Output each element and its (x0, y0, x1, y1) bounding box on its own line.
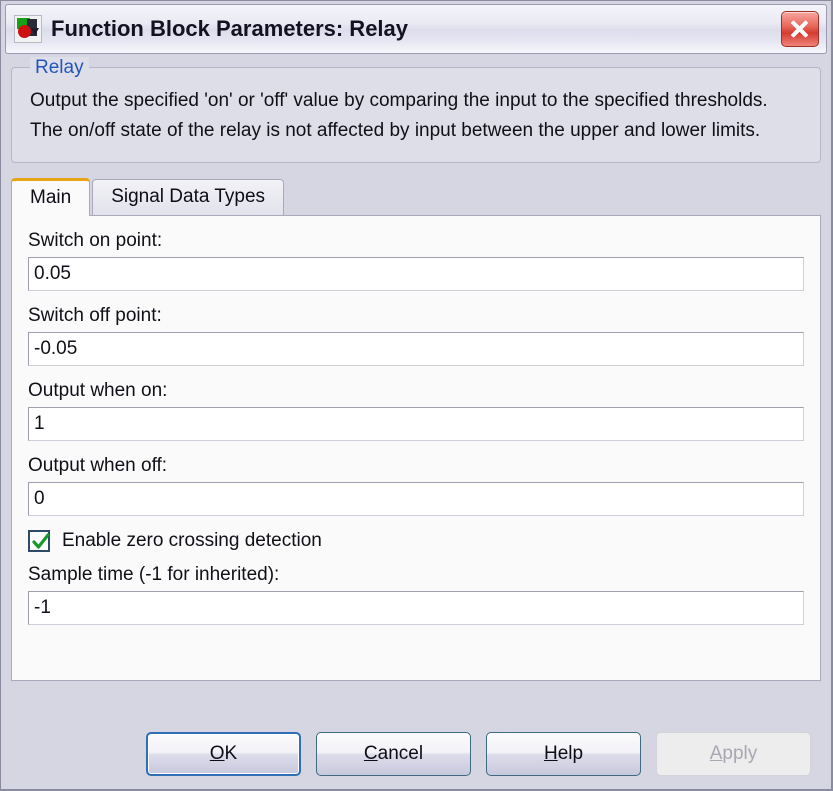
checkmark-icon (32, 533, 50, 549)
zero-crossing-checkbox-row[interactable]: Enable zero crossing detection (28, 530, 804, 552)
switch-off-point-label: Switch off point: (28, 305, 162, 326)
apply-button[interactable]: Apply (656, 732, 811, 776)
window-title: Function Block Parameters: Relay (51, 16, 409, 41)
switch-off-point-input[interactable] (28, 332, 804, 366)
sample-time-label: Sample time (-1 for inherited): (28, 564, 280, 585)
cancel-button-mnemonic: C (363, 743, 378, 764)
cancel-button-label: ancel (377, 743, 424, 764)
block-description-text: Output the specified 'on' or 'off' value… (30, 90, 778, 141)
close-icon[interactable] (781, 11, 819, 47)
output-when-on-label: Output when on: (28, 380, 168, 401)
tab-signal-data-types[interactable]: Signal Data Types (92, 179, 285, 215)
help-button-mnemonic: H (543, 743, 558, 764)
tab-strip: Main Signal Data Types (11, 177, 821, 216)
ok-button-mnemonic: O (209, 743, 225, 764)
output-when-off-input[interactable] (28, 482, 804, 516)
tab-main[interactable]: Main (11, 178, 91, 216)
tab-panel-main: Switch on point: Switch off point: Outpu… (11, 215, 821, 681)
zero-crossing-checkbox-label: Enable zero crossing detection (62, 530, 322, 551)
help-button[interactable]: Help (486, 732, 641, 776)
output-when-off-label: Output when off: (28, 455, 168, 476)
description-groupbox: Relay Output the specified 'on' or 'off'… (11, 57, 821, 163)
dialog-window: Function Block Parameters: Relay Relay O… (0, 0, 833, 791)
cancel-button[interactable]: Cancel (316, 732, 471, 776)
sample-time-input[interactable] (28, 591, 804, 625)
icon-red-shape (18, 25, 31, 38)
apply-button-label: pply (722, 743, 758, 764)
help-button-label: elp (557, 743, 584, 764)
switch-on-point-label: Switch on point: (28, 230, 163, 251)
switch-on-point-input[interactable] (28, 257, 804, 291)
title-bar: Function Block Parameters: Relay (5, 4, 827, 54)
output-when-on-input[interactable] (28, 407, 804, 441)
apply-button-mnemonic: A (709, 743, 723, 764)
dialog-body: Relay Output the specified 'on' or 'off'… (1, 54, 831, 789)
zero-crossing-checkbox[interactable] (28, 530, 50, 552)
button-bar: OK Cancel Help Apply (11, 731, 821, 777)
groupbox-label: Relay (30, 57, 89, 78)
ok-button-label: K (224, 743, 238, 764)
simulink-block-icon (14, 15, 42, 43)
ok-button[interactable]: OK (146, 732, 301, 776)
icon-arrow-shape (31, 28, 39, 35)
